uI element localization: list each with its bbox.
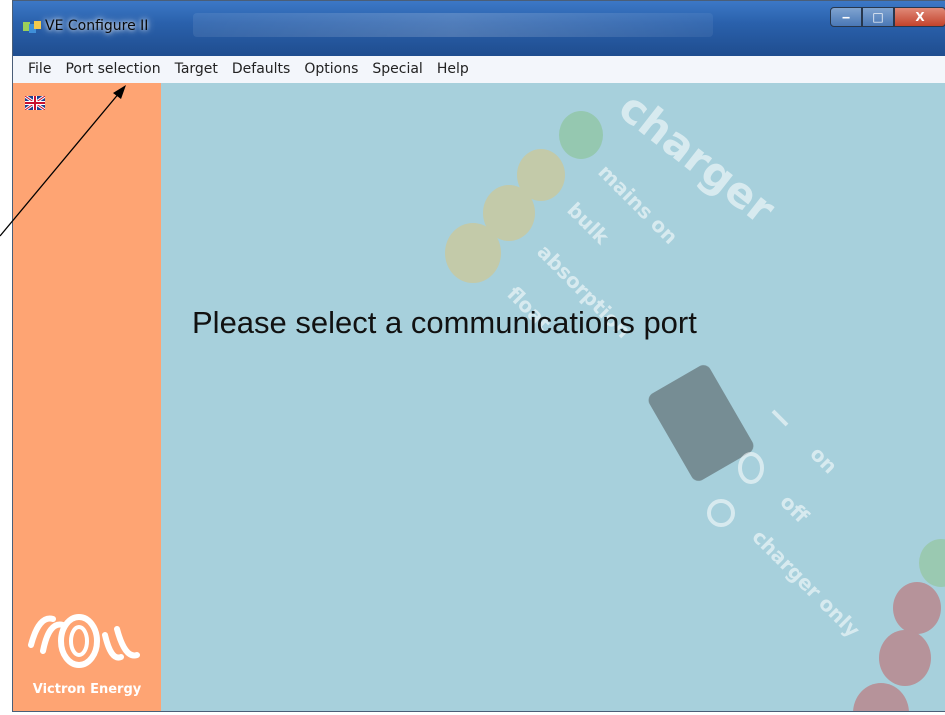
artwork-off-label: off [775, 490, 814, 529]
app-window: VE Configure II ‒ □ X File Port selectio… [12, 0, 945, 712]
menu-target[interactable]: Target [168, 57, 225, 82]
window-controls: ‒ □ X [830, 7, 945, 29]
artwork-charger-only-label: charger only [747, 525, 864, 642]
menu-help[interactable]: Help [430, 57, 476, 82]
uk-flag-icon[interactable] [25, 96, 45, 110]
menu-file[interactable]: File [21, 57, 58, 82]
close-icon: X [915, 10, 925, 24]
background-window-edge [0, 0, 12, 715]
artwork-on-label: on [805, 442, 842, 479]
blurred-background-tabs [193, 13, 713, 37]
maximize-icon: □ [872, 10, 884, 24]
artwork-bulk-label: bulk [562, 198, 614, 250]
title-bar[interactable]: VE Configure II ‒ □ X [13, 1, 945, 56]
minimize-button[interactable]: ‒ [830, 7, 862, 27]
maximize-button[interactable]: □ [862, 7, 894, 27]
menu-special[interactable]: Special [365, 57, 429, 82]
charger-panel-artwork: charger mains on bulk absorption float o… [445, 83, 945, 711]
menu-defaults[interactable]: Defaults [225, 57, 297, 82]
menu-port-selection[interactable]: Port selection [58, 57, 167, 82]
window-title: VE Configure II [45, 18, 149, 34]
main-panel: charger mains on bulk absorption float o… [161, 83, 945, 711]
close-button[interactable]: X [894, 7, 945, 27]
screen: VE Configure II ‒ □ X File Port selectio… [0, 0, 945, 715]
menu-bar: File Port selection Target Defaults Opti… [13, 56, 945, 84]
minimize-icon: ‒ [841, 10, 851, 24]
menu-options[interactable]: Options [297, 57, 365, 82]
status-message: Please select a communications port [192, 305, 697, 340]
sidebar: Victron Energy [13, 83, 161, 711]
logo-text: Victron Energy [32, 682, 142, 697]
app-icon [23, 21, 41, 33]
